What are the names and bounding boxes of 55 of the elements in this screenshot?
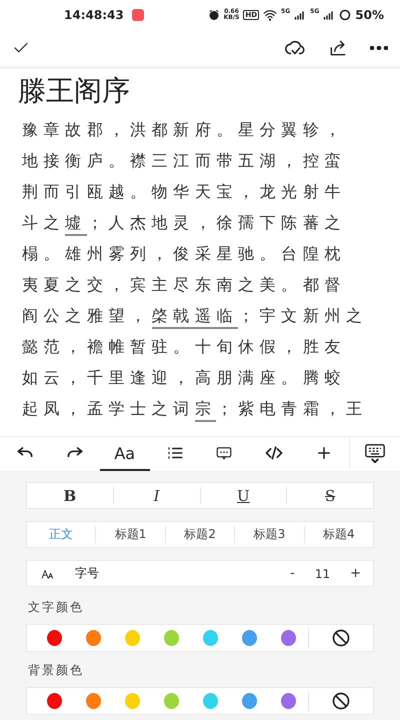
- paragraph-style-option[interactable]: 标题4: [304, 526, 374, 543]
- status-time: 14:48:43: [64, 8, 124, 22]
- battery-percent: 50%: [355, 8, 384, 22]
- document-title: 滕王阁序: [18, 73, 131, 109]
- underline-button[interactable]: U: [200, 487, 286, 504]
- no-color-icon: [331, 628, 351, 648]
- share-icon: [328, 38, 348, 58]
- more-button[interactable]: [370, 46, 388, 50]
- body-text-line: 起凤，孟学士之词 宗；紫电青霜，王: [22, 394, 378, 425]
- font-size-value: 11: [314, 566, 330, 580]
- color-swatch[interactable]: [47, 630, 62, 646]
- paragraph-style-option[interactable]: 正文: [27, 526, 96, 543]
- decrease-font-size-button[interactable]: -: [290, 566, 295, 581]
- no-color-icon: [331, 691, 351, 711]
- more-icon: [370, 46, 388, 50]
- share-button[interactable]: [328, 38, 348, 58]
- color-swatch[interactable]: [164, 693, 179, 709]
- color-swatch[interactable]: [281, 630, 296, 646]
- body-text-line: 荆而引瓯越。物华天宝，龙光射牛: [22, 180, 347, 202]
- color-swatch[interactable]: [47, 693, 62, 709]
- paragraph-style-option[interactable]: 标题1: [95, 526, 165, 543]
- body-text-line: 如云，千里逢迎，高朋满座。腾蛟: [22, 366, 347, 388]
- body-text-line: 夷夏之交，宾主尽东南之美。都督: [22, 274, 347, 296]
- color-swatch[interactable]: [203, 630, 218, 646]
- body-text-line: 地接衡庐。襟三江而带五湖，控蛮: [22, 150, 347, 172]
- body-text-line: 懿范，襜帷暂驻。十旬休假，胜友: [22, 336, 347, 358]
- section-label: 文字颜色: [28, 599, 85, 616]
- body-text-line: 豫章故郡，洪都新府。星分翼轸，: [22, 118, 347, 140]
- signal-icon: [294, 9, 306, 21]
- signal-icon: [323, 9, 336, 21]
- font-size-label: 字号: [75, 565, 99, 582]
- color-swatch[interactable]: [242, 630, 257, 646]
- color-swatch[interactable]: [125, 693, 140, 709]
- comment-icon: [215, 444, 234, 462]
- color-swatch[interactable]: [164, 630, 179, 646]
- keyboard-icon: [364, 442, 386, 464]
- app-notification-icon: [132, 9, 144, 21]
- increase-font-size-button[interactable]: +: [350, 566, 361, 581]
- color-swatch[interactable]: [86, 630, 101, 646]
- color-swatch[interactable]: [203, 693, 218, 709]
- color-swatch[interactable]: [242, 693, 257, 709]
- color-swatch[interactable]: [125, 630, 140, 646]
- color-swatch[interactable]: [281, 693, 296, 709]
- bold-button[interactable]: B: [27, 487, 113, 504]
- body-text-line: 斗之 墟；人杰地灵，徐孺下陈蕃之: [22, 208, 378, 239]
- body-text-line: 榻。雄州雾列，俊采星驰。台隍枕: [22, 242, 347, 264]
- paragraph-style-option[interactable]: 标题3: [234, 526, 304, 543]
- italic-button[interactable]: I: [112, 487, 200, 504]
- color-swatch[interactable]: [86, 693, 101, 709]
- alarm-icon: [208, 9, 220, 21]
- paragraph-style-option[interactable]: 标题2: [164, 526, 234, 543]
- wifi-icon: [263, 8, 278, 22]
- section-label: 背景颜色: [28, 662, 85, 679]
- strike-button[interactable]: S: [286, 487, 373, 504]
- body-text-line: 阎公之雅望，棨戟遥临；宇文新州之: [22, 301, 378, 332]
